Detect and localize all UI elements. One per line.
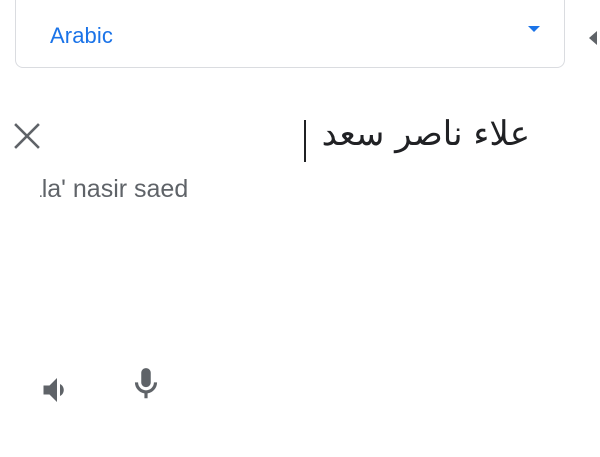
close-icon (14, 123, 40, 149)
translate-source-panel: Arabic علاء ناصر سعد eeala' nasir saed (0, 0, 600, 457)
swap-languages-icon[interactable] (589, 31, 597, 45)
chevron-down-icon[interactable] (528, 26, 540, 32)
source-text-input[interactable]: علاء ناصر سعد (300, 112, 540, 164)
microphone-icon (134, 368, 158, 399)
clear-source-text-button[interactable] (10, 119, 44, 153)
source-text: علاء ناصر سعد (321, 114, 530, 154)
selected-language-label: Arabic (50, 23, 113, 48)
text-cursor (304, 120, 306, 162)
transliteration-text: eeala' nasir saed (0, 175, 189, 203)
source-language-select[interactable]: Arabic (15, 0, 565, 68)
voice-input-button[interactable] (126, 364, 166, 404)
volume-icon (43, 378, 64, 402)
listen-button[interactable] (37, 370, 77, 410)
